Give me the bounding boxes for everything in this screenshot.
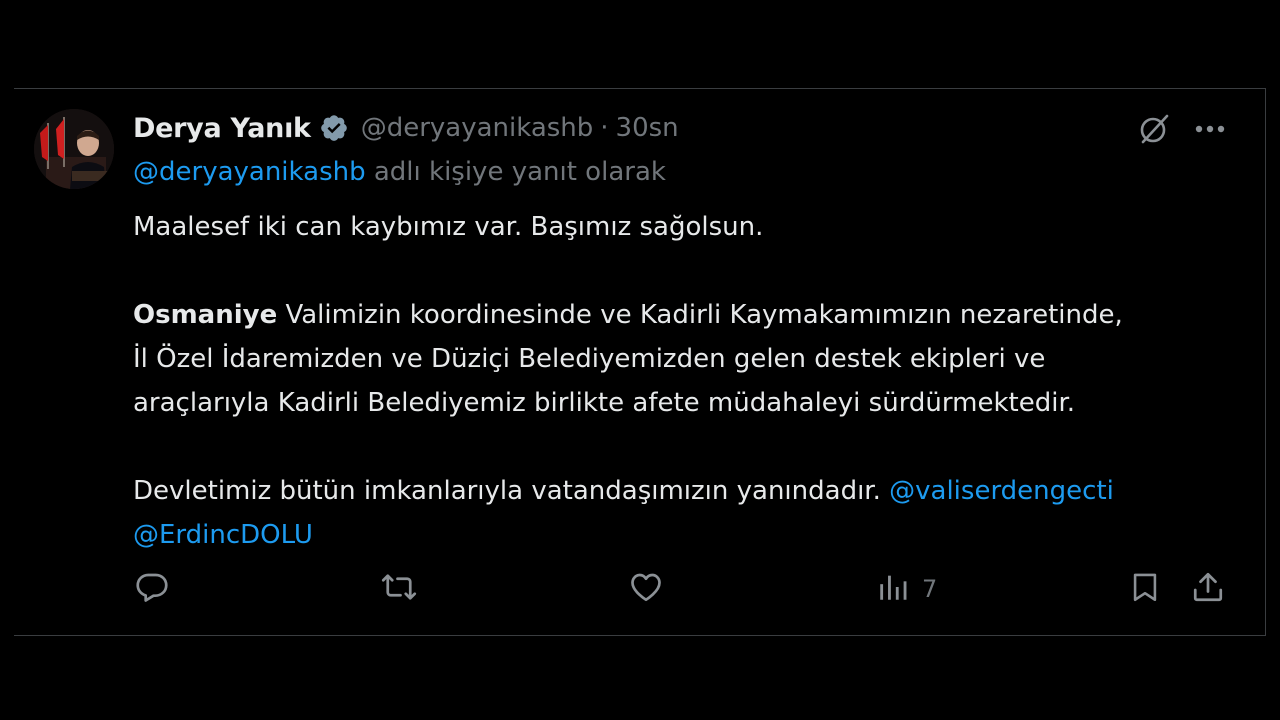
reply-to-text: adlı kişiye yanıt olarak — [365, 157, 666, 187]
grok-icon[interactable] — [1134, 109, 1174, 149]
bold-word: Osmaniye — [133, 300, 278, 330]
reply-to-mention[interactable]: @deryayanikashb — [133, 157, 366, 187]
mention-link[interactable]: @valiserdengecti — [889, 476, 1114, 506]
more-icon[interactable] — [1190, 109, 1230, 149]
author-handle[interactable]: @deryayanikashb — [361, 113, 594, 143]
tweet-paragraph-3-line-2: @ErdincDOLU — [133, 513, 1243, 557]
retweet-icon — [380, 569, 418, 609]
share-icon — [1190, 569, 1226, 609]
like-icon — [628, 569, 664, 609]
share-button[interactable] — [1190, 567, 1226, 611]
like-button[interactable] — [628, 567, 664, 611]
retweet-button[interactable] — [380, 567, 418, 611]
tweet-timestamp[interactable]: 30sn — [616, 113, 679, 143]
reply-button[interactable] — [134, 567, 170, 611]
screen: Derya Yanık @deryayanikashb · 30sn @dery… — [0, 0, 1280, 720]
tweet-paragraph-2-line-2: İl Özel İdaremizden ve Düziçi Belediyemi… — [133, 344, 1046, 374]
tweet-paragraph-3-line-1: Devletimiz bütün imkanlarıyla vatandaşım… — [133, 476, 1114, 506]
tweet-line-1: Maalesef iki can kaybımız var. Başımız s… — [133, 212, 764, 242]
views-icon — [876, 570, 910, 608]
bookmark-icon — [1128, 569, 1162, 609]
tweet-header: Derya Yanık @deryayanikashb · 30sn — [133, 108, 679, 148]
bookmark-button[interactable] — [1128, 567, 1162, 611]
author-name[interactable]: Derya Yanık — [133, 113, 311, 144]
reply-icon — [134, 569, 170, 609]
views-button[interactable]: 7 — [876, 567, 937, 611]
tweet-text: Maalesef iki can kaybımız var. Başımız s… — [133, 205, 1243, 557]
reply-context: @deryayanikashb adlı kişiye yanıt olarak — [133, 157, 666, 187]
mention-link[interactable]: @ErdincDOLU — [133, 520, 313, 550]
avatar[interactable] — [34, 109, 114, 189]
tweet-paragraph-2-line-3: araçlarıyla Kadirli Belediyemiz birlikte… — [133, 388, 1076, 418]
views-count: 7 — [922, 575, 938, 603]
tweet-paragraph-2-line-1: Osmaniye Valimizin koordinesinde ve Kadi… — [133, 300, 1123, 330]
tweet-card[interactable]: Derya Yanık @deryayanikashb · 30sn @dery… — [14, 88, 1266, 636]
verified-badge-icon[interactable] — [319, 113, 349, 143]
separator-dot: · — [600, 113, 609, 143]
